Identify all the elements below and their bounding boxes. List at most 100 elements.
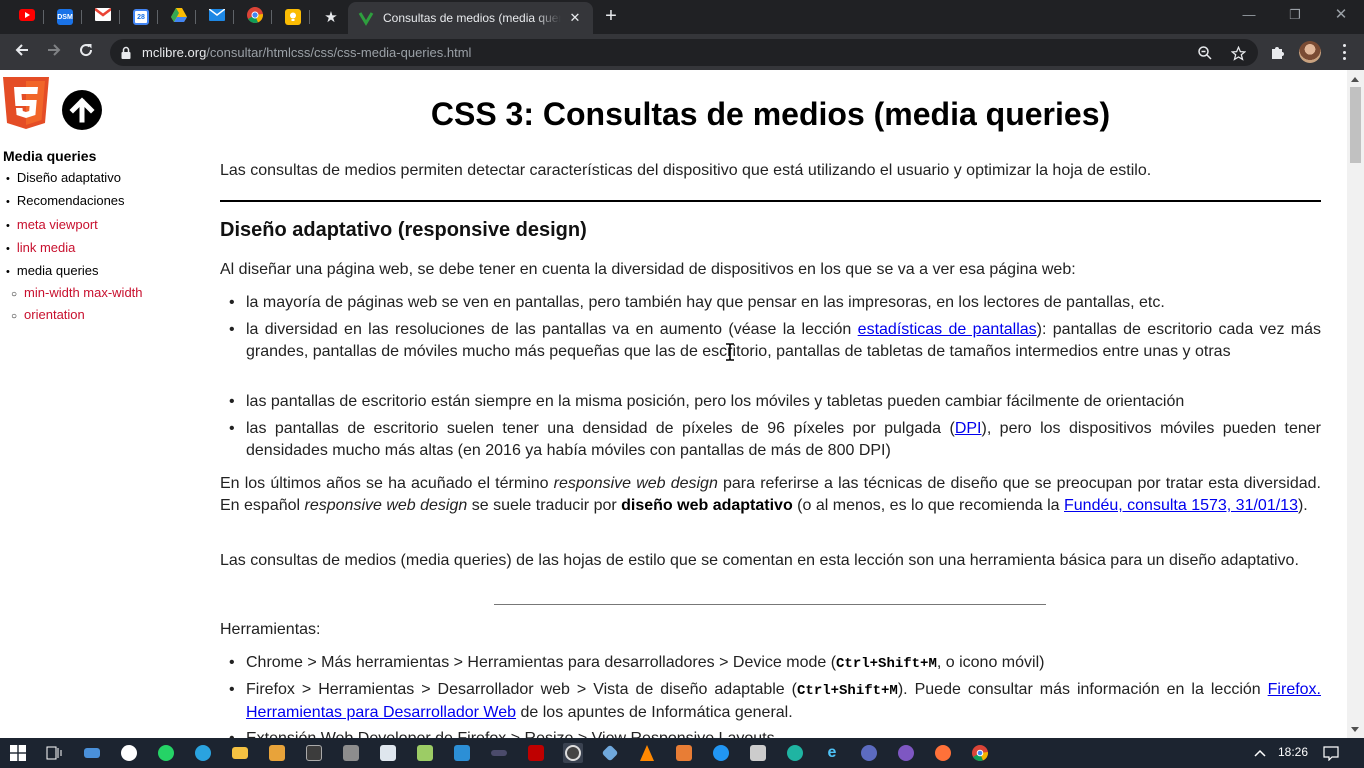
section-heading: Diseño adaptativo (responsive design): [220, 219, 587, 241]
telegram-icon[interactable]: [193, 743, 213, 763]
firefox-icon[interactable]: [933, 743, 953, 763]
obs-icon[interactable]: [563, 743, 583, 763]
reload-button[interactable]: [72, 38, 100, 66]
back-button[interactable]: [8, 38, 36, 66]
pinned-tab-bookmarks[interactable]: ★: [320, 6, 342, 28]
tab-strip: DSM 28 ★ Consultas de medios (media quer…: [0, 0, 1364, 34]
app-icon[interactable]: [859, 743, 879, 763]
edge-icon[interactable]: [785, 743, 805, 763]
scrollbar-thumb[interactable]: [1350, 87, 1361, 163]
arrow-up-icon[interactable]: [62, 90, 102, 135]
new-tab-button[interactable]: +: [600, 6, 622, 28]
link-fundeu[interactable]: Fundéu, consulta 1573, 31/01/13: [1064, 497, 1298, 514]
calendar-icon: 28: [133, 9, 149, 25]
sidebar-item-diseno-adaptativo[interactable]: • Diseño adaptativo: [6, 170, 121, 185]
browser-toolbar: mclibre.org/consultar/htmlcss/css/css-me…: [0, 34, 1364, 70]
app-icon[interactable]: [341, 743, 361, 763]
notifications-icon[interactable]: [1321, 743, 1341, 763]
vscode-icon[interactable]: [452, 743, 472, 763]
page-viewport: Media queries • Diseño adaptativo • Recome…: [0, 70, 1347, 738]
sidebar-subitem-min-width-max-width[interactable]: ○ min-width max-width: [11, 285, 143, 300]
pinned-tab-gmail[interactable]: [92, 6, 120, 28]
pinned-tab-mail[interactable]: [206, 6, 234, 28]
tray-clock[interactable]: 18:26: [1278, 745, 1308, 759]
sidebar-item-link-media[interactable]: • link media: [6, 240, 75, 255]
shortcut-kbd: Ctrl+Shift+M: [836, 656, 937, 672]
app-icon[interactable]: [711, 743, 731, 763]
task-view-icon[interactable]: [44, 743, 64, 763]
link-dpi[interactable]: DPI: [955, 420, 982, 437]
app-icon[interactable]: [674, 743, 694, 763]
chevron-up-icon[interactable]: [1250, 743, 1270, 763]
minimize-button[interactable]: —: [1234, 4, 1264, 26]
list-item: Chrome > Más herramientas > Herramientas…: [229, 652, 1321, 675]
zoom-icon[interactable]: [1196, 44, 1214, 62]
close-tab-icon[interactable]: ✕: [567, 10, 583, 26]
keyboard-app-icon[interactable]: [82, 743, 102, 763]
pinned-tab-youtube[interactable]: [16, 6, 44, 28]
youtube-icon: [19, 8, 35, 26]
close-window-button[interactable]: ✕: [1326, 4, 1356, 26]
intro-paragraph: Las consultas de medios permiten detecta…: [220, 162, 1152, 179]
lock-icon[interactable]: [121, 46, 131, 64]
terminal-icon[interactable]: [304, 743, 324, 763]
gmail-icon: [94, 8, 112, 26]
mail-icon: [208, 8, 226, 26]
app-icon[interactable]: [267, 743, 287, 763]
chrome-icon[interactable]: [970, 743, 990, 763]
list-item: Firefox > Herramientas > Desarrollador w…: [229, 679, 1321, 724]
internet-explorer-icon[interactable]: e: [822, 743, 842, 763]
whatsapp-icon[interactable]: [156, 743, 176, 763]
windows-taskbar: e 18:26: [0, 738, 1364, 768]
sidebar-title: Media queries: [3, 148, 97, 164]
mclibre-favicon-icon: [358, 10, 374, 26]
forward-button[interactable]: [40, 38, 68, 66]
vlc-icon[interactable]: [637, 743, 657, 763]
notepad-icon[interactable]: [415, 743, 435, 763]
pinned-tab-chrome[interactable]: [244, 6, 272, 28]
tools-label: Herramientas:: [220, 621, 321, 638]
pinned-tab-dsm[interactable]: DSM: [54, 6, 82, 28]
sidebar-item-recomendaciones[interactable]: • Recomendaciones: [6, 193, 125, 208]
windows-start-icon[interactable]: [8, 743, 28, 763]
extensions-puzzle-icon[interactable]: [1268, 42, 1288, 62]
address-bar[interactable]: mclibre.org/consultar/htmlcss/css/css-me…: [110, 39, 1258, 66]
app-icon[interactable]: [748, 743, 768, 763]
divider: [494, 604, 1046, 605]
list-item: la diversidad en las resoluciones de las…: [229, 319, 1321, 363]
url-text[interactable]: mclibre.org/consultar/htmlcss/css/css-me…: [142, 45, 471, 60]
scroll-down-icon[interactable]: [1351, 727, 1359, 732]
app-icon[interactable]: [489, 743, 509, 763]
link-estadisticas-pantallas[interactable]: estadísticas de pantallas: [858, 321, 1037, 338]
pinned-tab-drive[interactable]: [168, 6, 196, 28]
app-icon[interactable]: [896, 743, 916, 763]
text-cursor-icon: [724, 343, 736, 366]
browser-window: { "browser": { "active_tab_title": "Cons…: [0, 0, 1364, 768]
divider: [220, 200, 1321, 202]
arrow-left-icon: [14, 42, 30, 63]
paragraph-3: Las consultas de medios (media queries) …: [220, 552, 1299, 569]
tab-active[interactable]: Consultas de medios (media queries) ✕: [348, 2, 593, 34]
dsm-icon: DSM: [57, 9, 73, 25]
restore-button[interactable]: ❐: [1280, 4, 1310, 26]
list-item: las pantallas de escritorio suelen tener…: [229, 418, 1321, 462]
app-icon[interactable]: [600, 743, 620, 763]
html5-logo[interactable]: [3, 77, 49, 134]
profile-avatar[interactable]: [1299, 41, 1321, 63]
paragraph-2: En los últimos años se ha acuñado el tér…: [220, 475, 1321, 514]
filezilla-icon[interactable]: [526, 743, 546, 763]
chrome-menu-icon[interactable]: [1336, 43, 1352, 61]
folder-icon[interactable]: [230, 743, 250, 763]
pinned-tab-keep[interactable]: [282, 6, 310, 28]
sidebar-item-meta-viewport[interactable]: • meta viewport: [6, 217, 98, 232]
list-item: Extensión Web Developer de Firefox > Res…: [229, 728, 1321, 738]
arrow-right-icon: [46, 42, 62, 63]
sidebar-subitem-orientation[interactable]: ○ orientation: [11, 307, 85, 322]
app-icon[interactable]: [378, 743, 398, 763]
bookmark-star-icon[interactable]: [1229, 44, 1247, 62]
app-icon[interactable]: [119, 743, 139, 763]
page-scrollbar[interactable]: [1347, 70, 1364, 738]
scroll-up-icon[interactable]: [1351, 77, 1359, 82]
sidebar-item-media-queries[interactable]: • media queries: [6, 263, 99, 278]
pinned-tab-calendar[interactable]: 28: [130, 6, 158, 28]
